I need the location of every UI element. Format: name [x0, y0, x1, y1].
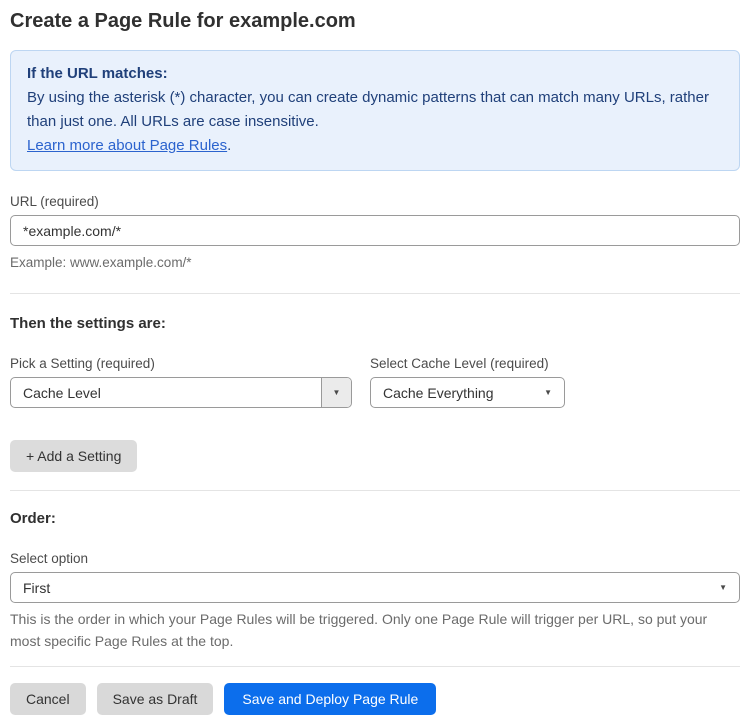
info-box-heading: If the URL matches: [27, 65, 168, 82]
add-setting-button[interactable]: + Add a Setting [10, 440, 138, 472]
settings-row: Pick a Setting (required) Cache Level ▼ … [10, 335, 740, 408]
link-suffix: . [227, 137, 232, 154]
order-select-label: Select option [10, 551, 89, 566]
info-box-body: By using the asterisk (*) character, you… [27, 89, 709, 130]
dropdown-arrow-icon: ▼ [544, 387, 552, 397]
cache-level-select[interactable]: Cache Everything ▼ [370, 377, 565, 408]
save-and-deploy-button[interactable]: Save and Deploy Page Rule [224, 683, 437, 715]
save-as-draft-button[interactable]: Save as Draft [96, 683, 214, 715]
setting-picker-label: Pick a Setting (required) [10, 356, 155, 371]
dropdown-arrow-icon: ▼ [719, 582, 727, 592]
setting-picker-value: Cache Level [23, 384, 101, 401]
url-input[interactable] [10, 215, 740, 246]
form-actions: Cancel Save as Draft Save and Deploy Pag… [10, 683, 740, 715]
url-example-helper: Example: www.example.com/* [10, 255, 192, 270]
page-title: Create a Page Rule for example.com [10, 10, 356, 32]
cache-level-group: Select Cache Level (required) Cache Ever… [370, 335, 565, 408]
order-select-value: First [23, 579, 51, 596]
cache-level-label: Select Cache Level (required) [370, 356, 549, 371]
setting-picker-dropdown-button[interactable]: ▼ [321, 378, 351, 407]
create-page-rule-form: Create a Page Rule for example.com If th… [0, 0, 750, 725]
cancel-button[interactable]: Cancel [10, 683, 86, 715]
order-section-heading: Order: [10, 510, 56, 527]
divider [10, 490, 740, 491]
order-helper-text: This is the order in which your Page Rul… [10, 611, 708, 649]
settings-section-heading: Then the settings are: [10, 315, 166, 332]
url-field-label: URL (required) [10, 194, 99, 209]
divider [10, 666, 740, 667]
info-link-line: Learn more about Page Rules. [27, 134, 723, 158]
url-match-info-box: If the URL matches: By using the asteris… [10, 50, 740, 171]
cache-level-value: Cache Everything [383, 384, 494, 401]
order-select[interactable]: First ▼ [10, 572, 740, 603]
dropdown-arrow-icon: ▼ [332, 387, 341, 397]
learn-more-link[interactable]: Learn more about Page Rules [27, 137, 227, 154]
setting-picker-group: Pick a Setting (required) Cache Level ▼ [10, 335, 352, 408]
divider [10, 293, 740, 294]
setting-picker-select[interactable]: Cache Level ▼ [10, 377, 352, 408]
